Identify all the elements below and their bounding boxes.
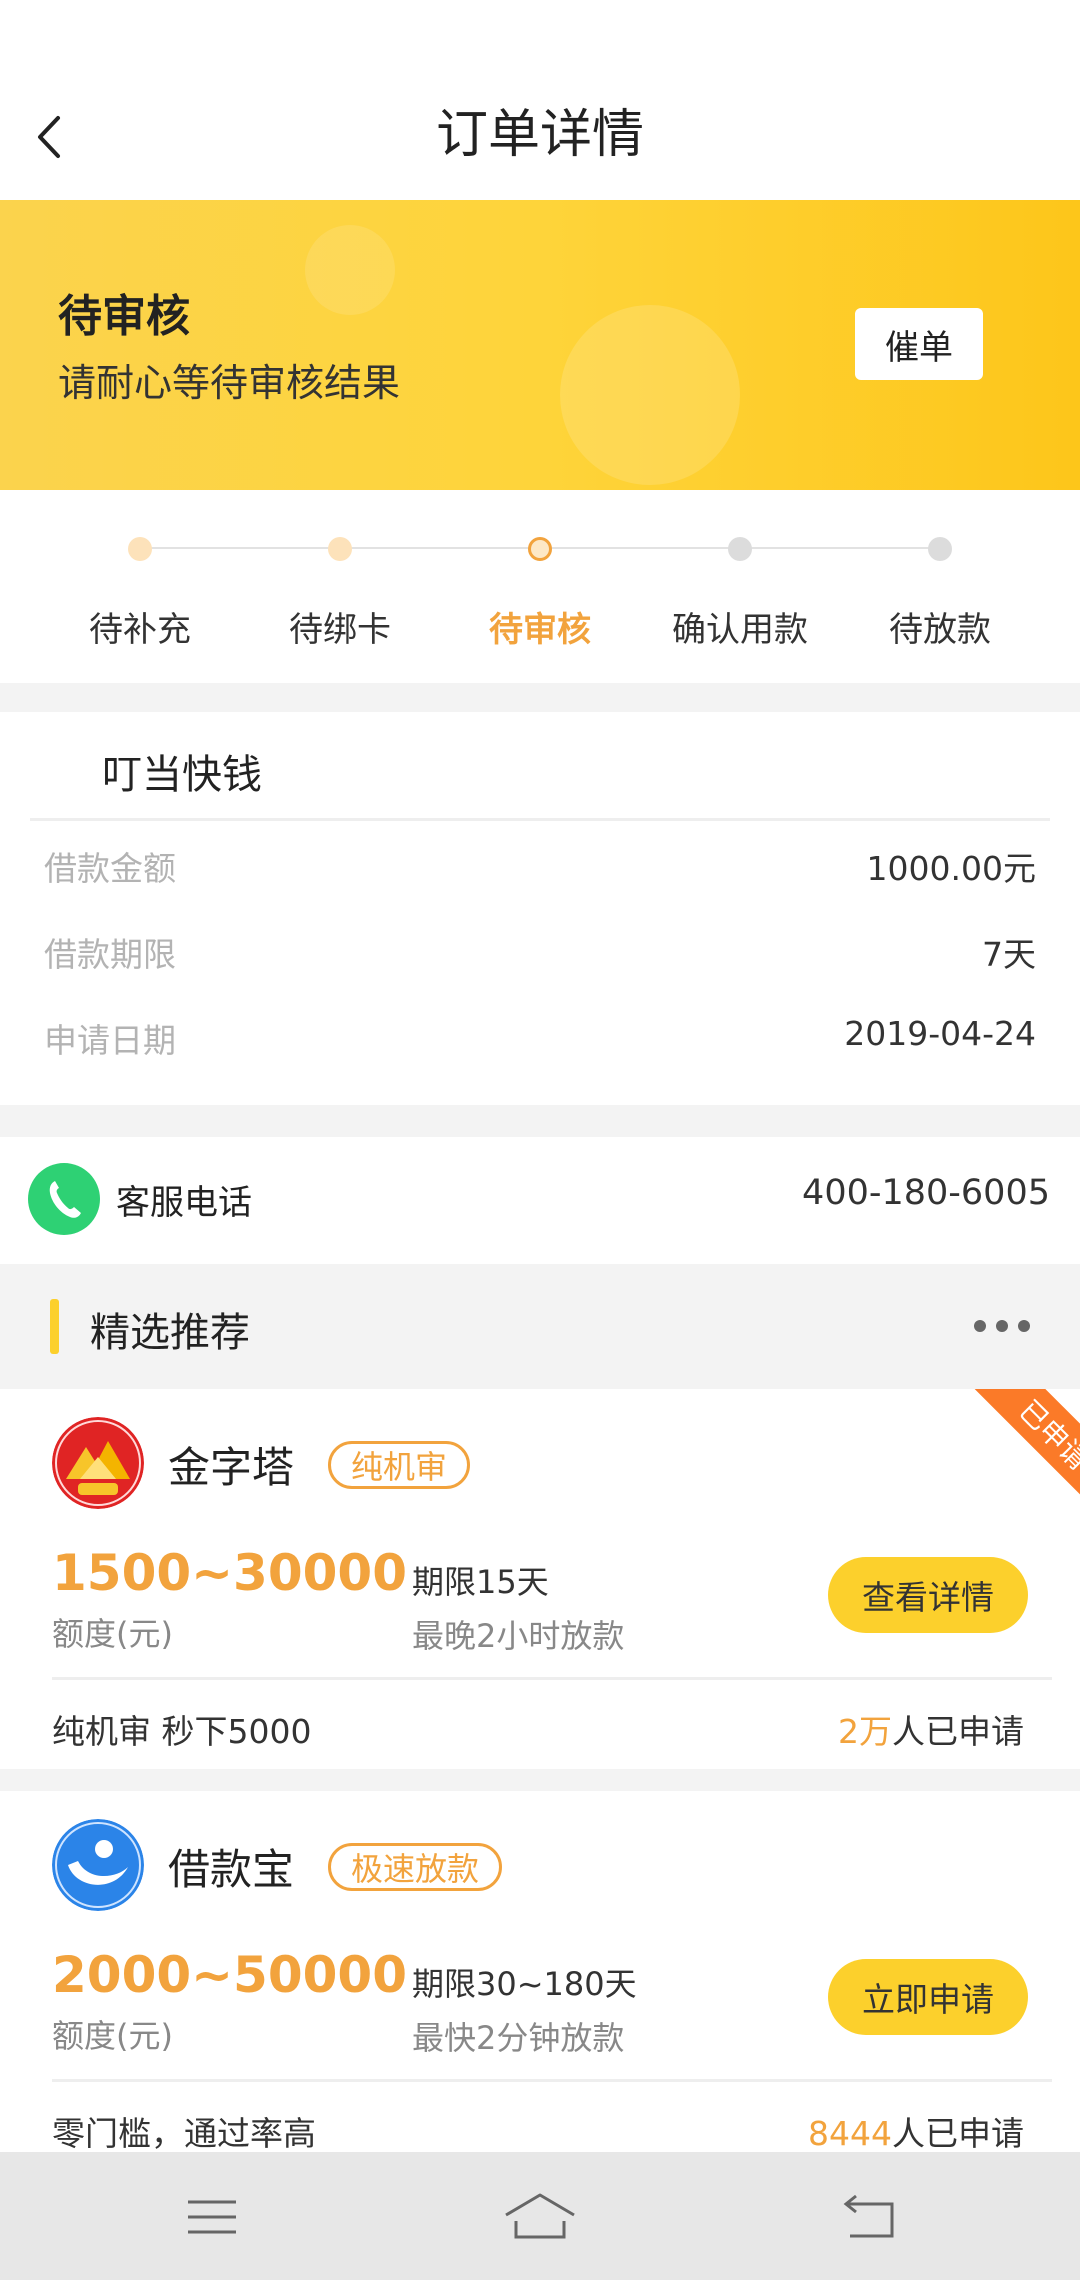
urge-order-button[interactable]: 催单 bbox=[855, 308, 983, 380]
applied-count: 2万人已申请 bbox=[838, 1705, 1024, 1753]
amount-label: 额度(元) bbox=[52, 1615, 173, 1653]
product-tag: 极速放款 bbox=[328, 1843, 503, 1891]
loan-row-value: 7天 bbox=[982, 935, 1036, 974]
system-nav-bar bbox=[0, 2152, 1080, 2280]
customer-service-row[interactable]: 客服电话 400-180-6005 bbox=[0, 1137, 1080, 1264]
product-card[interactable]: 金字塔 纯机审 1500~30000 额度(元) 期限15天 最晚2小时放款 查… bbox=[0, 1389, 1080, 1769]
applied-count: 8444人已申请 bbox=[808, 2107, 1024, 2152]
menu-button[interactable] bbox=[172, 2182, 252, 2252]
return-icon bbox=[843, 2194, 894, 2238]
product-amount: 2000~50000 bbox=[52, 1946, 408, 2004]
loan-row-label: 申请日期 bbox=[44, 1021, 176, 1060]
loan-date-row: 申请日期 2019-04-24 bbox=[44, 1014, 1036, 1064]
product-tag: 纯机审 bbox=[328, 1441, 471, 1489]
header: 订单详情 bbox=[0, 0, 1080, 200]
product-name: 金字塔 bbox=[168, 1443, 295, 1492]
loan-row-value: 2019-04-24 bbox=[844, 1014, 1036, 1053]
loan-treasure-logo-icon bbox=[52, 1819, 144, 1911]
section-accent-bar bbox=[50, 1299, 59, 1354]
page-title: 订单详情 bbox=[435, 105, 644, 165]
applied-count-suffix: 人已申请 bbox=[892, 2114, 1024, 2152]
status-banner: 待审核 请耐心等待审核结果 催单 bbox=[0, 200, 1080, 490]
pyramid-logo-icon bbox=[52, 1417, 144, 1509]
applied-count-number: 8444 bbox=[808, 2114, 892, 2152]
loan-amount-row: 借款金额 1000.00元 bbox=[44, 842, 1036, 892]
recommend-title: 精选推荐 bbox=[90, 1310, 250, 1356]
product-term: 期限15天 bbox=[412, 1563, 549, 1601]
status-title: 待审核 bbox=[58, 291, 190, 342]
applied-count-number: 2万 bbox=[838, 1712, 892, 1751]
view-details-button[interactable]: 查看详情 bbox=[828, 1557, 1028, 1633]
apply-now-button[interactable]: 立即申请 bbox=[828, 1959, 1028, 2035]
product-speed: 最快2分钟放款 bbox=[412, 2019, 625, 2057]
step-dot bbox=[928, 537, 952, 561]
progress-steps: 待补充 待绑卡 待审核 确认用款 待放款 bbox=[0, 490, 1080, 683]
step-dot-active bbox=[528, 537, 552, 561]
phone-icon bbox=[28, 1163, 100, 1235]
product-card[interactable]: 借款宝 极速放款 2000~50000 额度(元) 期限30~180天 最快2分… bbox=[0, 1791, 1080, 2152]
divider bbox=[52, 1677, 1052, 1680]
decor-bubble bbox=[560, 305, 740, 485]
applied-ribbon: 已申请 bbox=[959, 1389, 1080, 1530]
menu-icon bbox=[188, 2200, 236, 2234]
home-button[interactable] bbox=[500, 2182, 580, 2252]
recommend-header: 精选推荐 bbox=[0, 1264, 1080, 1389]
step-label: 待补充 bbox=[89, 610, 191, 650]
service-label: 客服电话 bbox=[116, 1183, 252, 1223]
more-icon[interactable] bbox=[972, 1316, 1032, 1336]
decor-bubble bbox=[305, 225, 395, 315]
loan-term-row: 借款期限 7天 bbox=[44, 928, 1036, 978]
step-label-active: 待审核 bbox=[489, 610, 591, 650]
home-icon bbox=[505, 2193, 575, 2239]
step-label: 待放款 bbox=[889, 610, 991, 650]
section-gap bbox=[0, 683, 1080, 712]
amount-label: 额度(元) bbox=[52, 2017, 173, 2055]
product-amount: 1500~30000 bbox=[52, 1544, 408, 1602]
service-phone-number[interactable]: 400-180-6005 bbox=[802, 1173, 1050, 1213]
product-desc: 零门槛，通过率高 bbox=[52, 2114, 316, 2152]
step-dot bbox=[728, 537, 752, 561]
loan-info-section: 叮当快钱 借款金额 1000.00元 借款期限 7天 申请日期 2019-04-… bbox=[0, 712, 1080, 1105]
divider bbox=[52, 2079, 1052, 2082]
applied-count-suffix: 人已申请 bbox=[892, 1712, 1024, 1751]
product-term: 期限30~180天 bbox=[412, 1965, 637, 2003]
status-subtitle: 请耐心等待审核结果 bbox=[58, 361, 401, 405]
step-label: 确认用款 bbox=[672, 610, 808, 650]
step-label: 待绑卡 bbox=[289, 610, 391, 650]
product-speed: 最晚2小时放款 bbox=[412, 1617, 625, 1655]
step-dot bbox=[328, 537, 352, 561]
loan-product-name: 叮当快钱 bbox=[102, 752, 262, 798]
product-name: 借款宝 bbox=[168, 1845, 295, 1894]
back-nav-button[interactable] bbox=[830, 2182, 910, 2252]
loan-row-label: 借款金额 bbox=[44, 849, 176, 888]
section-gap bbox=[0, 1105, 1080, 1137]
product-desc: 纯机审 秒下5000 bbox=[52, 1712, 312, 1751]
divider bbox=[30, 818, 1050, 821]
section-gap bbox=[0, 1769, 1080, 1791]
step-dot bbox=[128, 537, 152, 561]
loan-row-label: 借款期限 bbox=[44, 935, 176, 974]
loan-row-value: 1000.00元 bbox=[866, 849, 1036, 888]
